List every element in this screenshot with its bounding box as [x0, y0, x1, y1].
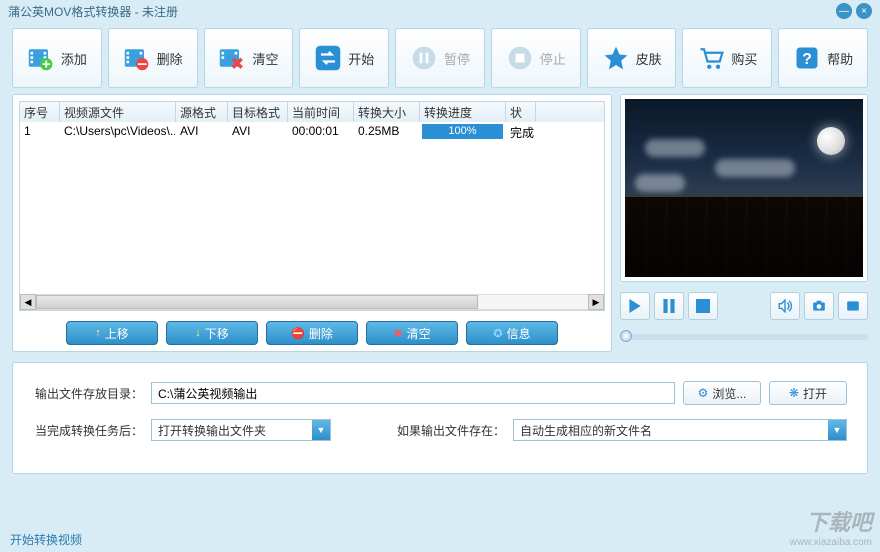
arrow-up-icon: ↑: [95, 327, 101, 339]
skin-button[interactable]: 皮肤: [587, 28, 677, 88]
preview-stop-button[interactable]: [688, 292, 718, 320]
output-dir-label: 输出文件存放目录：: [33, 385, 143, 402]
camera-icon: [812, 299, 826, 313]
table-row[interactable]: 1 C:\Users\pc\Videos\... AVI AVI 00:00:0…: [20, 122, 604, 142]
scroll-right-arrow[interactable]: ▶: [588, 294, 604, 310]
preview-pause-button[interactable]: [654, 292, 684, 320]
after-task-select[interactable]: 打开转换输出文件夹 ▼: [151, 419, 331, 441]
col-dstfmt[interactable]: 目标格式: [228, 102, 288, 122]
main-toolbar: 添加 删除 清空 开始 暂停 停止 皮肤 购买 ? 帮助: [0, 22, 880, 94]
move-up-button[interactable]: ↑上移: [66, 321, 158, 345]
delete-button[interactable]: 删除: [108, 28, 198, 88]
convert-icon: [314, 44, 342, 72]
x-icon: ✖: [393, 327, 402, 340]
file-exist-label: 如果输出文件存在：: [397, 422, 505, 439]
help-button[interactable]: ? 帮助: [778, 28, 868, 88]
chevron-down-icon[interactable]: ▼: [312, 420, 330, 440]
info-button[interactable]: ✪信息: [466, 321, 558, 345]
help-icon: ?: [793, 44, 821, 72]
screen-icon: [846, 299, 860, 313]
minus-circle-icon: ⛔: [291, 327, 305, 340]
buy-button[interactable]: 购买: [682, 28, 772, 88]
film-delete-icon: [123, 44, 151, 72]
watermark: 下载吧 www.xiazaiba.com: [790, 505, 872, 548]
col-progress[interactable]: 转换进度: [420, 102, 506, 122]
col-status[interactable]: 状: [506, 102, 536, 122]
col-source[interactable]: 视频源文件: [60, 102, 176, 122]
pause-icon: [662, 299, 676, 313]
output-settings-panel: 输出文件存放目录： ⚙浏览... ❋打开 当完成转换任务后： 打开转换输出文件夹…: [12, 362, 868, 474]
file-exist-select[interactable]: 自动生成相应的新文件名 ▼: [513, 419, 847, 441]
seek-slider[interactable]: [620, 334, 868, 340]
stop-icon: [506, 44, 534, 72]
preview-content: [817, 127, 845, 155]
app-title: 蒲公英MOV格式转换器 - 未注册: [8, 3, 178, 20]
folder-open-icon: ❋: [789, 386, 799, 400]
start-button[interactable]: 开始: [299, 28, 389, 88]
snapshot-button[interactable]: [804, 292, 834, 320]
col-seq[interactable]: 序号: [20, 102, 60, 122]
col-time[interactable]: 当前时间: [288, 102, 354, 122]
gear-icon: ⚙: [698, 386, 709, 400]
film-clear-icon: [218, 44, 246, 72]
arrow-down-icon: ↓: [195, 327, 201, 339]
fullscreen-button[interactable]: [838, 292, 868, 320]
file-table: 序号 视频源文件 源格式 目标格式 当前时间 转换大小 转换进度 状 1 C:\…: [19, 101, 605, 311]
add-button[interactable]: 添加: [12, 28, 102, 88]
speaker-icon: [778, 299, 792, 313]
star-icon: [602, 44, 630, 72]
output-dir-input[interactable]: [151, 382, 675, 404]
stop-icon: [696, 299, 710, 313]
stop-button[interactable]: 停止: [491, 28, 581, 88]
after-task-label: 当完成转换任务后：: [33, 422, 143, 439]
col-srcfmt[interactable]: 源格式: [176, 102, 228, 122]
horizontal-scrollbar[interactable]: ◀ ▶: [20, 294, 604, 310]
row-delete-button[interactable]: ⛔删除: [266, 321, 358, 345]
play-button[interactable]: [620, 292, 650, 320]
video-preview: [620, 94, 868, 282]
slider-knob[interactable]: [620, 330, 632, 342]
open-button[interactable]: ❋打开: [769, 381, 847, 405]
play-icon: [628, 299, 642, 313]
row-clear-button[interactable]: ✖清空: [366, 321, 458, 345]
move-down-button[interactable]: ↓下移: [166, 321, 258, 345]
progress-bar: 100%: [422, 124, 503, 139]
film-add-icon: [27, 44, 55, 72]
scroll-thumb[interactable]: [36, 295, 478, 309]
pause-button[interactable]: 暂停: [395, 28, 485, 88]
minimize-button[interactable]: —: [836, 3, 852, 19]
browse-button[interactable]: ⚙浏览...: [683, 381, 761, 405]
status-text: 开始转换视频: [10, 531, 82, 548]
close-button[interactable]: ×: [856, 3, 872, 19]
file-list-panel: 序号 视频源文件 源格式 目标格式 当前时间 转换大小 转换进度 状 1 C:\…: [12, 94, 612, 352]
svg-text:?: ?: [802, 51, 812, 68]
col-size[interactable]: 转换大小: [354, 102, 420, 122]
chevron-down-icon[interactable]: ▼: [828, 420, 846, 440]
info-icon: ✪: [493, 327, 502, 340]
scroll-left-arrow[interactable]: ◀: [20, 294, 36, 310]
cart-icon: [697, 44, 725, 72]
clear-button[interactable]: 清空: [204, 28, 294, 88]
volume-button[interactable]: [770, 292, 800, 320]
pause-icon: [410, 44, 438, 72]
